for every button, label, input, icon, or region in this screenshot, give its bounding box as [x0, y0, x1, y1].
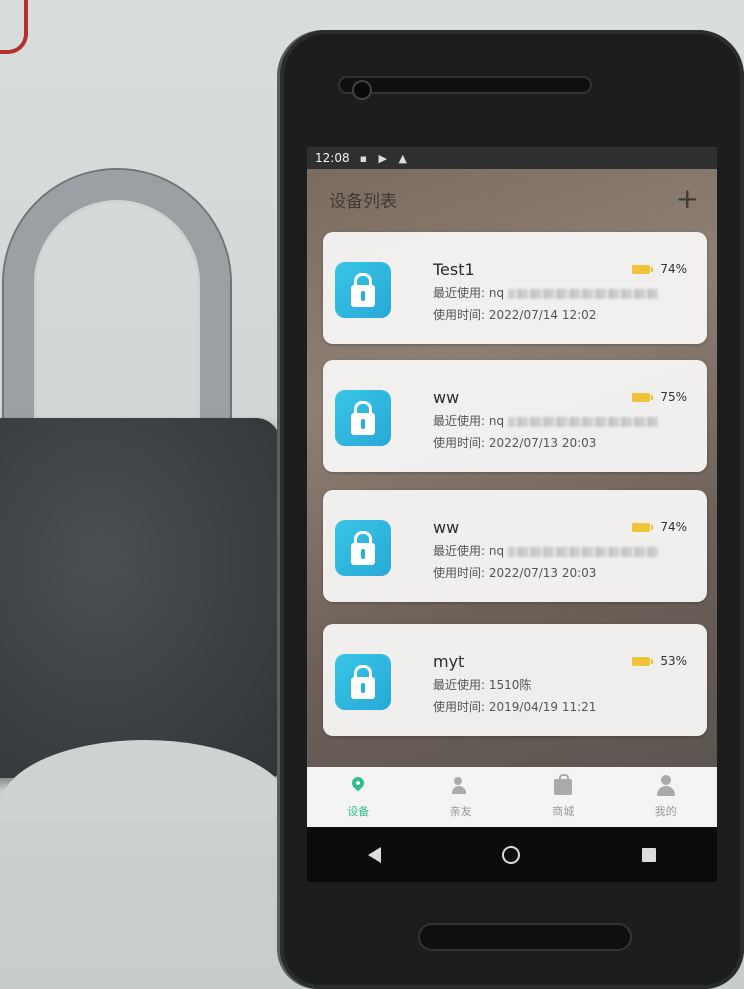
last-user: 最近使用: nq [433, 284, 659, 301]
use-time: 使用时间: 2022/07/13 20:03 [433, 434, 596, 451]
use-time-label: 使用时间: [433, 566, 486, 580]
battery-percent: 74% [660, 520, 687, 534]
battery-indicator: 53% [632, 654, 687, 668]
last-user-label: 最近使用: [433, 286, 486, 300]
use-time-value: 2022/07/13 20:03 [488, 436, 597, 450]
location-pin-icon [347, 774, 369, 797]
front-camera [354, 82, 370, 98]
padlock-body [0, 418, 280, 778]
phone-screen: 12:08 ▪ ▶ ▲ 设备列表 + Test1 74% 最近使用: nq 使用… [307, 147, 717, 882]
device-name: ww [433, 388, 460, 407]
tab-store[interactable]: 商城 [523, 774, 603, 819]
padlock-icon [335, 262, 391, 318]
last-user: 最近使用: 1510陈 [433, 676, 531, 693]
battery-icon [632, 522, 654, 532]
page-header: 设备列表 + [307, 169, 717, 229]
person-icon [655, 775, 677, 797]
last-user-value: nq [488, 414, 505, 428]
status-time: 12:08 [315, 151, 350, 165]
battery-icon [632, 656, 654, 666]
tab-friends[interactable]: 亲友 [421, 775, 501, 819]
device-card[interactable]: myt 53% 最近使用: 1510陈 使用时间: 2019/04/19 11:… [323, 624, 707, 736]
device-name: ww [433, 518, 460, 537]
use-time: 使用时间: 2022/07/14 12:02 [433, 306, 596, 323]
bottom-tab-bar: 设备 亲友 商城 我的 [307, 767, 717, 827]
device-card[interactable]: ww 75% 最近使用: nq 使用时间: 2022/07/13 20:03 [323, 360, 707, 472]
device-name: Test1 [433, 260, 475, 279]
use-time-label: 使用时间: [433, 700, 486, 714]
device-card[interactable]: Test1 74% 最近使用: nq 使用时间: 2022/07/14 12:0… [323, 232, 707, 344]
page-title: 设备列表 [329, 191, 397, 212]
redacted-text [508, 416, 659, 427]
tab-label: 我的 [654, 805, 677, 818]
system-nav-bar [307, 827, 717, 882]
battery-icon [632, 264, 654, 274]
device-card[interactable]: ww 74% 最近使用: nq 使用时间: 2022/07/13 20:03 [323, 490, 707, 602]
use-time-label: 使用时间: [433, 308, 486, 322]
battery-percent: 53% [660, 654, 687, 668]
use-time-value: 2022/07/14 12:02 [488, 308, 597, 322]
shopping-bag-icon [552, 774, 574, 797]
last-user-value: 1510陈 [488, 678, 532, 692]
redacted-text [508, 546, 659, 557]
padlock-icon [335, 390, 391, 446]
use-time: 使用时间: 2019/04/19 11:21 [433, 698, 596, 715]
tab-me[interactable]: 我的 [626, 775, 706, 819]
last-user-label: 最近使用: [433, 678, 486, 692]
back-icon[interactable] [367, 846, 381, 863]
phone-earpiece [340, 78, 590, 92]
tab-label: 亲友 [449, 805, 472, 818]
tab-label: 商城 [552, 805, 575, 818]
padlock-icon [335, 654, 391, 710]
use-time: 使用时间: 2022/07/13 20:03 [433, 564, 596, 581]
tab-label: 设备 [347, 805, 370, 818]
last-user-value: nq [488, 286, 505, 300]
people-icon [450, 775, 472, 797]
battery-indicator: 75% [632, 390, 687, 404]
use-time-value: 2022/07/13 20:03 [488, 566, 597, 580]
add-device-icon[interactable]: + [676, 185, 699, 213]
use-time-label: 使用时间: [433, 436, 486, 450]
home-icon[interactable] [502, 845, 521, 864]
last-user-label: 最近使用: [433, 414, 486, 428]
tab-devices[interactable]: 设备 [318, 774, 398, 819]
red-cable [0, 0, 28, 54]
padlock-icon [335, 520, 391, 576]
phone-bottom-speaker [420, 925, 630, 949]
use-time-value: 2019/04/19 11:21 [488, 700, 597, 714]
status-icons: ▪ ▶ ▲ [359, 151, 411, 165]
device-name: myt [433, 652, 465, 671]
last-user-label: 最近使用: [433, 544, 486, 558]
battery-percent: 74% [660, 262, 687, 276]
last-user: 最近使用: nq [433, 542, 659, 559]
battery-indicator: 74% [632, 262, 687, 276]
status-bar: 12:08 ▪ ▶ ▲ [307, 147, 717, 169]
battery-percent: 75% [660, 390, 687, 404]
battery-indicator: 74% [632, 520, 687, 534]
redacted-text [508, 288, 659, 299]
battery-icon [632, 392, 654, 402]
last-user-value: nq [488, 544, 505, 558]
recent-apps-icon[interactable] [642, 847, 657, 862]
last-user: 最近使用: nq [433, 412, 659, 429]
